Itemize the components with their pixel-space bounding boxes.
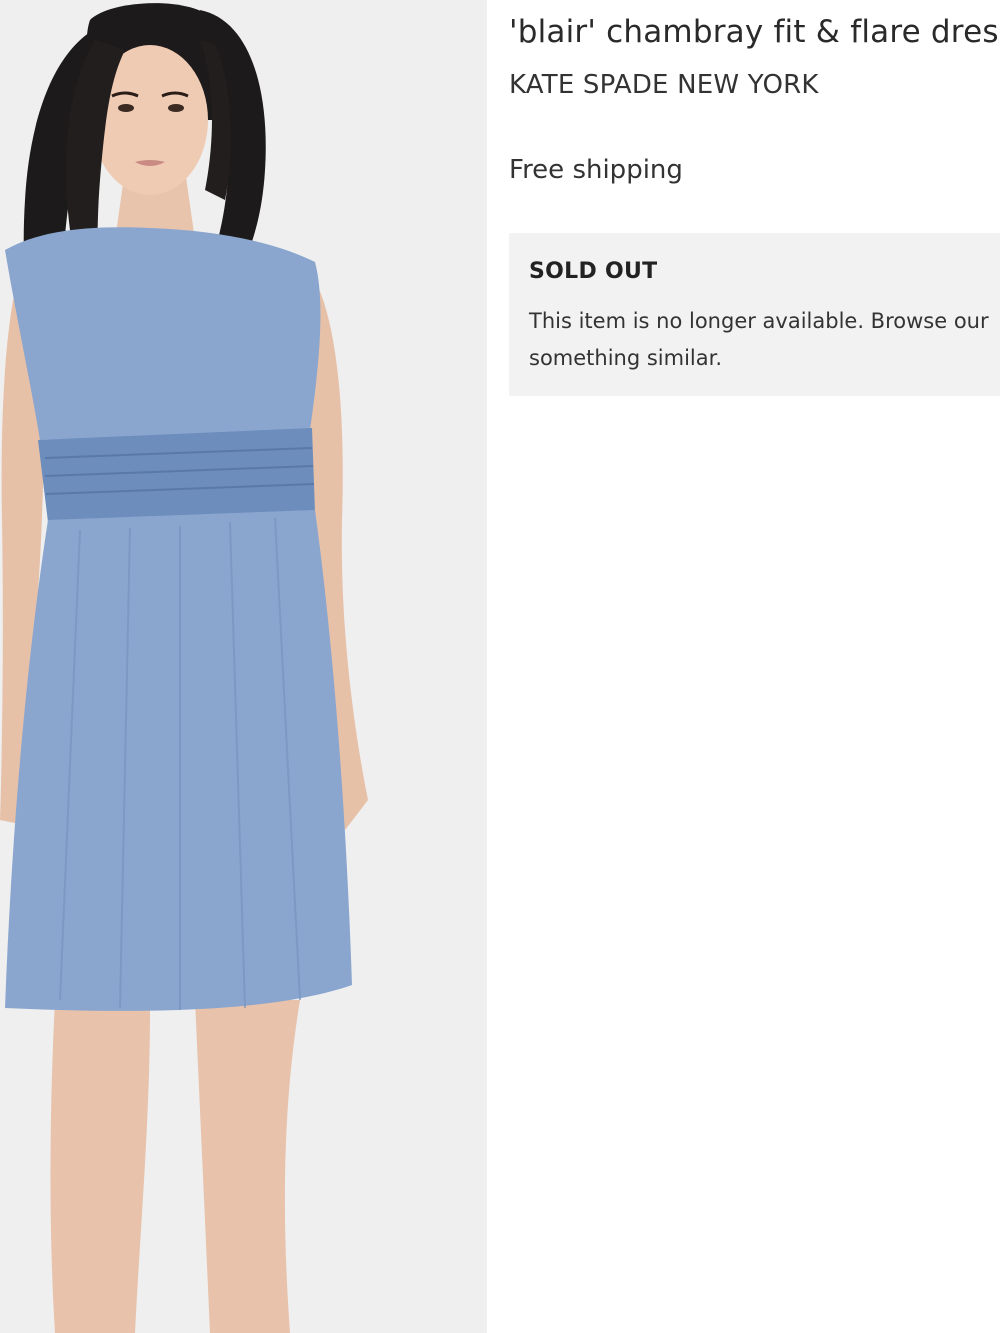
product-title: 'blair' chambray fit & flare dress: [509, 14, 1000, 50]
sold-out-message: This item is no longer available. Browse…: [529, 309, 989, 370]
sold-out-notice: SOLD OUT This item is no longer availabl…: [509, 233, 1000, 396]
shipping-note: Free shipping: [509, 155, 683, 185]
product-info-panel: 'blair' chambray fit & flare dress KATE …: [487, 0, 1000, 1333]
product-image[interactable]: [0, 0, 487, 1333]
brand-name[interactable]: KATE SPADE NEW YORK: [509, 70, 819, 100]
sold-out-heading: SOLD OUT: [529, 259, 658, 284]
product-photo-illustration: [0, 3, 368, 1333]
